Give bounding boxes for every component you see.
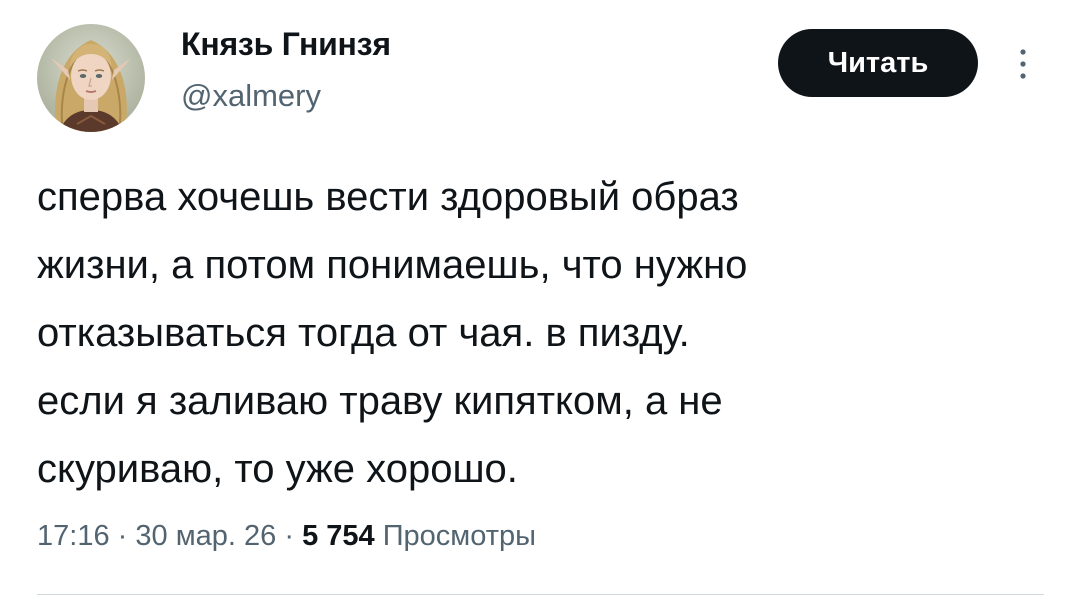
meta-separator: · [284,520,294,552]
author-handle[interactable]: @xalmery [181,76,321,116]
avatar-portrait-icon [37,24,145,132]
tweet-text-line: скуриваю, то уже хорошо. [37,447,518,491]
views-label: Просмотры [382,520,536,552]
author-display-name[interactable]: Князь Гнинзя [181,24,391,64]
tweet-time[interactable]: 17:16 [37,520,110,552]
views-count: 5 754 [302,520,375,552]
tweet-text-line: если я заливаю траву кипятком, а не [37,379,723,423]
tweet-date[interactable]: 30 мар. 26 [135,520,276,552]
tweet-meta: 17:16 · 30 мар. 26 · 5 754 Просмотры [37,514,536,558]
tweet-text-line: жизни, а потом понимаешь, что нужно [37,243,748,287]
meta-separator: · [117,520,128,552]
divider [37,594,1044,595]
avatar[interactable] [37,24,145,132]
tweet-text-line: сперва хочешь вести здоровый образ [37,175,739,219]
more-vertical-icon[interactable] [1008,44,1038,84]
follow-button[interactable]: Читать [778,29,978,97]
tweet-text: сперва хочешь вести здоровый образ жизни… [37,163,1047,503]
tweet-text-line: отказываться тогда от чая. в пизду. [37,311,690,355]
